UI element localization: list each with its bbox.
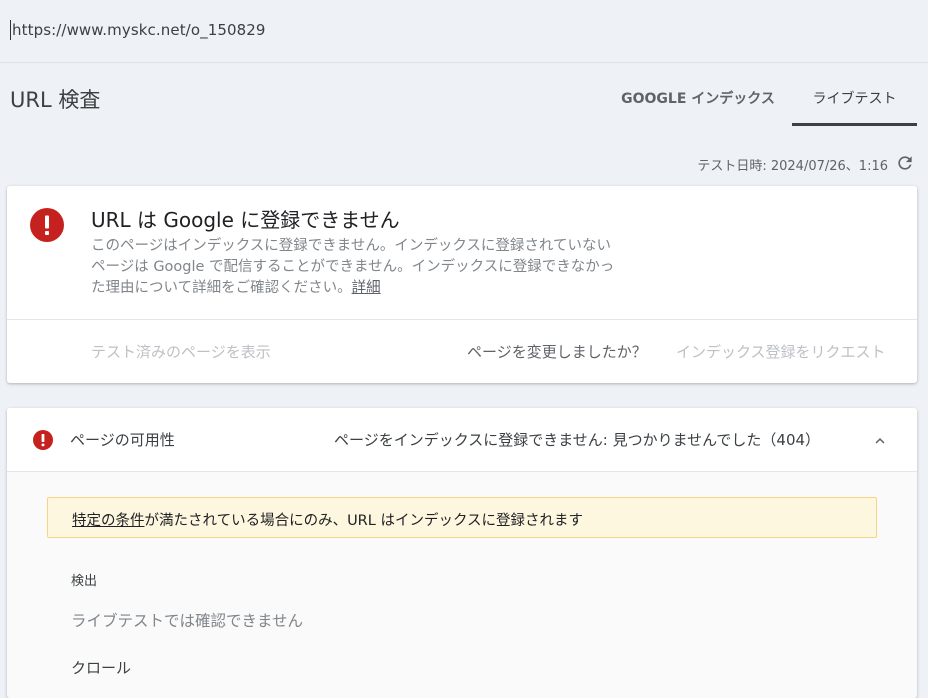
error-icon (30, 208, 64, 242)
availability-status: ページをインデックスに登録できません: 見つかりませんでした（404） (334, 431, 821, 449)
text-caret (10, 20, 11, 40)
refresh-icon[interactable] (895, 153, 915, 173)
result-heading: URL は Google に登録できません (91, 208, 400, 232)
description-line-last: た理由について詳細をご確認ください。詳細 (91, 278, 681, 299)
divider (7, 319, 917, 320)
page-changed-prompt: ページを変更しましたか？ (467, 343, 647, 361)
discovery-value: ライブテストでは確認できません (71, 612, 304, 630)
discovery-label: 検出 (71, 574, 98, 589)
availability-label: ページの可用性 (70, 431, 175, 449)
test-date: テスト日時: 2024/07/26、1:16 (697, 159, 888, 174)
url-input-bar[interactable]: https://www.myskc.net/o_150829 (0, 0, 928, 63)
conditions-link[interactable]: 特定の条件 (72, 513, 145, 529)
chevron-up-icon[interactable] (871, 432, 889, 450)
availability-details: 特定の条件が満たされている場合にのみ、URL はインデックスに登録されます 検出… (7, 472, 917, 698)
request-indexing-button[interactable]: インデックス登録をリクエスト (676, 341, 886, 362)
availability-card: ページの可用性 ページをインデックスに登録できません: 見つかりませんでした（4… (7, 408, 917, 698)
view-tested-page-button[interactable]: テスト済みのページを表示 (91, 341, 271, 362)
page-title: URL 検査 (10, 88, 101, 112)
url-input-value[interactable]: https://www.myskc.net/o_150829 (12, 21, 266, 39)
error-icon (33, 430, 53, 450)
description-line: このページはインデックスに登録できません。インデックスに登録されていない (91, 238, 611, 254)
detail-link[interactable]: 詳細 (352, 280, 381, 296)
crawl-label: クロール (71, 659, 132, 677)
description-line: た理由について詳細をご確認ください。 (91, 280, 352, 296)
result-card: URL は Google に登録できません このページはインデックスに登録できま… (7, 186, 917, 383)
notice-text: が満たされている場合にのみ、URL はインデックスに登録されます (144, 513, 584, 529)
result-description: このページはインデックスに登録できません。インデックスに登録されていない ページ… (91, 236, 681, 299)
tab-google-index[interactable]: GOOGLE インデックス (612, 88, 784, 126)
conditions-notice: 特定の条件が満たされている場合にのみ、URL はインデックスに登録されます (47, 497, 877, 538)
availability-header[interactable]: ページの可用性 ページをインデックスに登録できません: 見つかりませんでした（4… (7, 408, 917, 472)
tab-live-test[interactable]: ライブテスト (792, 88, 917, 126)
description-line: ページは Google で配信することができません。インデックスに登録できなかっ (91, 259, 615, 275)
